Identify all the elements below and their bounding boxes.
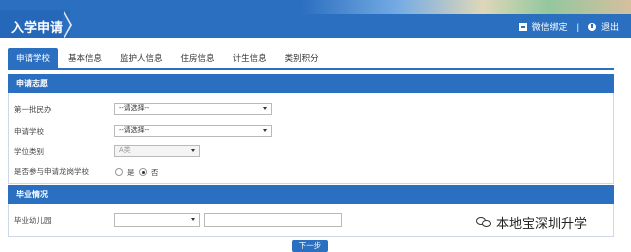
- tab-housing-info[interactable]: 住房信息: [173, 48, 223, 68]
- first-batch-label: 第一批民办: [14, 105, 52, 114]
- chevron-down-icon: [191, 218, 195, 221]
- radio-yes[interactable]: [115, 168, 123, 176]
- wechat-bind-icon: [518, 22, 527, 31]
- page-title: 入学申请: [11, 20, 64, 35]
- section-header-graduation: 毕业情况: [8, 185, 614, 204]
- tab-bar: 申请学校 基本信息 监护人信息 住房信息 计生信息 类别积分: [8, 48, 329, 68]
- degree-select-value: A类: [119, 147, 131, 154]
- section-header-application: 申请志愿: [8, 74, 614, 93]
- degree-label: 学位类别: [14, 147, 44, 156]
- school-select-value: --请选择--: [119, 127, 150, 134]
- degree-select[interactable]: A类: [114, 145, 200, 157]
- radio-no[interactable]: [139, 168, 147, 176]
- chevron-down-icon: [263, 129, 267, 132]
- tab-apply-school[interactable]: 申请学校: [8, 48, 59, 68]
- power-icon: [587, 22, 596, 31]
- radio-no-label: 否: [151, 168, 159, 177]
- title-chevron-inner: [63, 12, 70, 38]
- header-links: 微信绑定 | 退出: [518, 20, 619, 33]
- radio-yes-label: 是: [127, 168, 135, 177]
- tab-basic-info[interactable]: 基本信息: [60, 48, 110, 68]
- wechat-icon: [476, 216, 492, 229]
- header-separator: |: [576, 21, 579, 32]
- kindergarten-district-select[interactable]: [114, 213, 200, 227]
- chevron-down-icon: [263, 107, 267, 110]
- header-decoration: [301, 0, 631, 14]
- first-batch-select[interactable]: --请选择--: [114, 103, 272, 115]
- tab-family-planning-info[interactable]: 计生信息: [225, 48, 275, 68]
- kindergarten-name-input[interactable]: [204, 213, 342, 227]
- lottery-label: 是否参与申请龙岗学校: [14, 167, 89, 176]
- tab-category-points[interactable]: 类别积分: [277, 48, 327, 68]
- school-label: 申请学校: [14, 127, 44, 136]
- kindergarten-label: 毕业幼儿园: [14, 216, 52, 225]
- tab-underline: [8, 68, 614, 70]
- school-select[interactable]: --请选择--: [114, 125, 272, 137]
- logout-link[interactable]: 退出: [601, 20, 619, 33]
- tab-guardian-info[interactable]: 监护人信息: [112, 48, 171, 68]
- watermark: 本地宝深圳升学: [476, 213, 587, 232]
- chevron-down-icon: [191, 149, 195, 152]
- next-button[interactable]: 下一步: [292, 240, 328, 252]
- wechat-bind-link[interactable]: 微信绑定: [532, 20, 568, 33]
- section-panel-application: [8, 93, 614, 184]
- first-batch-select-value: --请选择--: [119, 105, 150, 112]
- watermark-text: 本地宝深圳升学: [496, 216, 588, 231]
